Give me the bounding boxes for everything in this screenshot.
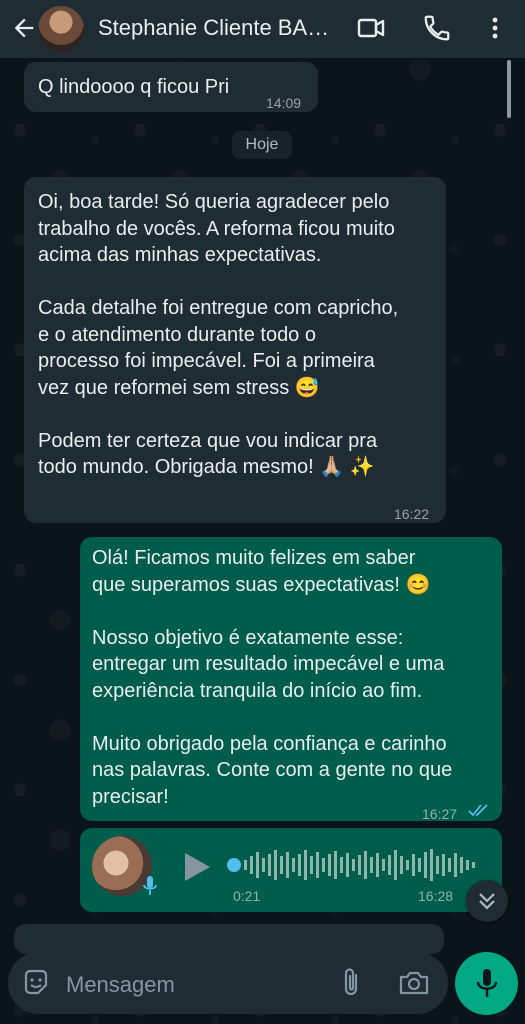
message-incoming-partial <box>14 924 444 954</box>
voice-duration: 0:21 <box>233 888 261 904</box>
playback-slider[interactable] <box>227 858 241 872</box>
contact-name[interactable]: Stephanie Cliente BA… <box>98 15 338 41</box>
contact-avatar[interactable] <box>38 6 84 52</box>
mic-icon <box>476 969 498 997</box>
message-time: 16:22 <box>394 506 430 522</box>
message-time: 16:28 <box>418 888 454 904</box>
waveform[interactable] <box>244 846 484 884</box>
sticker-icon[interactable] <box>22 969 50 997</box>
message-paragraph: Oi, boa tarde! Só queria agradecer pelo … <box>38 191 395 266</box>
message-incoming-previous[interactable]: Q lindoooo q ficou Pri 14:09 <box>24 62 318 112</box>
message-paragraph: Nosso objetivo é exatamente esse: entreg… <box>92 626 445 702</box>
attach-icon[interactable] <box>340 967 362 999</box>
chevrons-down-icon <box>479 893 495 910</box>
message-time: 16:27 <box>422 806 458 822</box>
play-icon[interactable] <box>182 851 212 883</box>
chat-header: Stephanie Cliente BA… <box>0 0 525 58</box>
read-ticks-icon <box>468 804 488 817</box>
message-body: Oi, boa tarde! Só queria agradecer pelo … <box>38 189 438 481</box>
message-paragraph: Olá! Ficamos muito felizes em saber que … <box>92 547 431 596</box>
message-text: Q lindoooo q ficou Pri <box>38 76 230 98</box>
phone-icon[interactable] <box>422 13 452 43</box>
video-call-icon[interactable] <box>356 13 386 43</box>
voice-record-button[interactable] <box>455 952 518 1015</box>
message-paragraph: Cada detalhe foi entregue com capricho, … <box>38 297 399 399</box>
message-input[interactable]: Mensagem <box>66 972 175 998</box>
message-outgoing[interactable]: Olá! Ficamos muito felizes em saber que … <box>80 537 502 822</box>
back-arrow-icon[interactable] <box>10 14 38 42</box>
camera-icon[interactable] <box>398 969 430 997</box>
date-chip: Hoje <box>232 131 292 159</box>
message-incoming[interactable]: Oi, boa tarde! Só queria agradecer pelo … <box>24 177 446 523</box>
scroll-to-bottom-button[interactable] <box>466 880 508 922</box>
message-paragraph: Muito obrigado pela confiança e carinho … <box>92 732 453 808</box>
message-paragraph: Podem ter certeza que vou indicar pra to… <box>38 429 378 479</box>
more-options-icon[interactable] <box>480 13 510 43</box>
chat-scrollbar[interactable] <box>507 60 511 118</box>
message-body: Olá! Ficamos muito felizes em saber que … <box>92 545 492 810</box>
message-time: 14:09 <box>266 95 302 111</box>
mic-badge-icon <box>143 876 157 895</box>
